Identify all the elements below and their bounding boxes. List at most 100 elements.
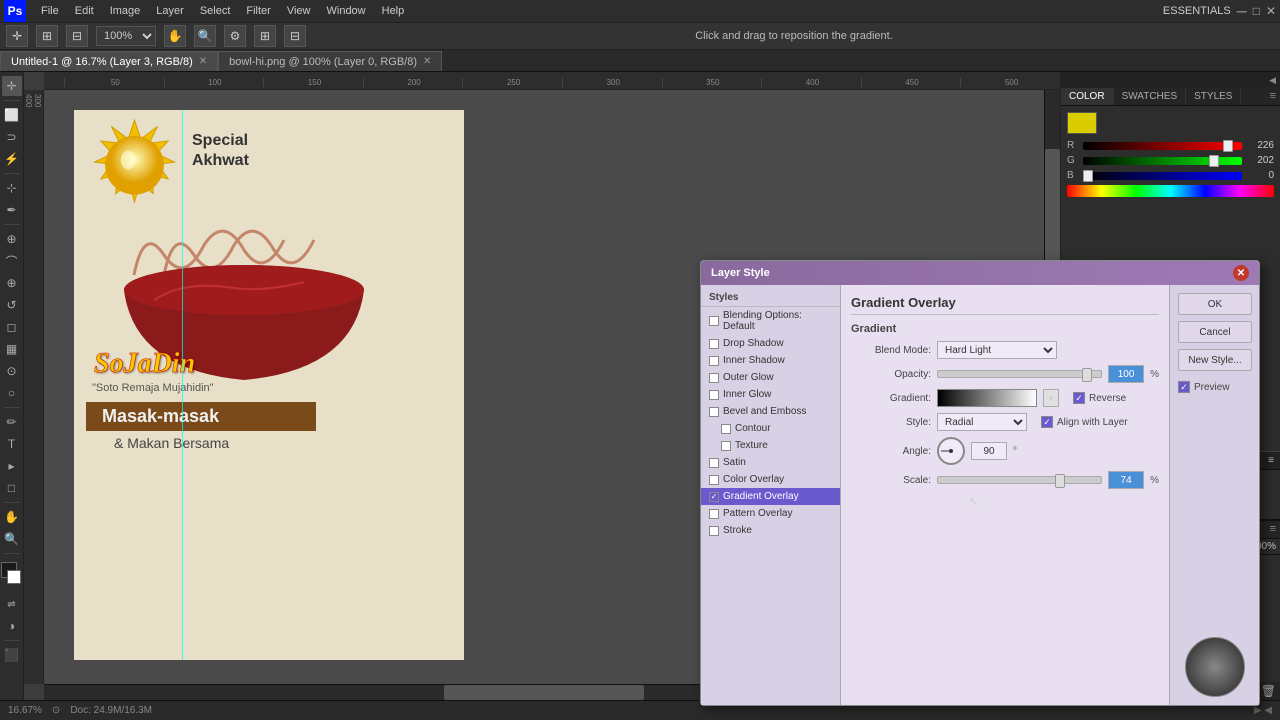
tab-close-untitled[interactable]: ✕ [199,56,207,67]
style-bevel-emboss[interactable]: Bevel and Emboss [701,403,840,420]
view-mode-btn[interactable]: ⊞ [254,25,276,47]
color-panel-menu[interactable]: ≡ [1266,88,1280,105]
lasso-tool[interactable]: ⊃ [2,127,22,147]
zoom-select[interactable]: 100% 16.7% 50% [96,26,156,46]
cb-gradient-overlay[interactable]: ✓ [709,492,719,502]
arrange-btn[interactable]: ⊟ [284,25,306,47]
layers-menu[interactable]: ≡ [1266,521,1280,538]
path-select[interactable]: ▸ [2,456,22,476]
eyedropper-tool[interactable]: ✒ [2,200,22,220]
tab-untitled[interactable]: Untitled-1 @ 16.7% (Layer 3, RGB/8) ✕ [0,51,218,71]
marquee-tool[interactable]: ⬜ [2,105,22,125]
menu-filter[interactable]: Filter [239,3,277,19]
style-contour[interactable]: Contour [701,420,840,437]
maximize-btn[interactable]: □ [1253,4,1260,18]
scale-slider[interactable] [937,476,1102,484]
move-tool-left[interactable]: ✛ [2,76,22,96]
blur-tool[interactable]: ⊙ [2,361,22,381]
cb-color-overlay[interactable] [709,475,719,485]
tab-close-bowl[interactable]: ✕ [423,56,431,67]
shape-tool[interactable]: □ [2,478,22,498]
menu-view[interactable]: View [280,3,318,19]
workspace-label[interactable]: ESSENTIALS [1163,5,1231,17]
menu-select[interactable]: Select [193,3,238,19]
cb-outer-glow[interactable] [709,373,719,383]
stamp-tool[interactable]: ⊕ [2,273,22,293]
tab-styles[interactable]: STYLES [1186,88,1241,105]
style-inner-shadow[interactable]: Inner Shadow [701,352,840,369]
style-stroke[interactable]: Stroke [701,522,840,539]
delete-layer-btn[interactable]: 🗑 [1261,684,1276,698]
blend-mode-select[interactable]: Hard Light [937,341,1057,359]
minimize-btn[interactable]: ─ [1237,3,1247,19]
gradient-tool[interactable]: ▦ [2,339,22,359]
healing-tool[interactable]: ⊕ [2,229,22,249]
dodge-tool[interactable]: ○ [2,383,22,403]
menu-file[interactable]: File [34,3,66,19]
style-inner-glow[interactable]: Inner Glow [701,386,840,403]
g-slider[interactable] [1083,157,1242,165]
history-brush[interactable]: ↺ [2,295,22,315]
screen-mode[interactable]: ⬛ [2,645,22,665]
close-btn[interactable]: ✕ [1266,4,1276,18]
cb-texture[interactable] [721,441,731,451]
style-color-overlay[interactable]: Color Overlay [701,471,840,488]
menu-layer[interactable]: Layer [149,3,191,19]
style-texture[interactable]: Texture [701,437,840,454]
opacity-slider[interactable] [937,370,1102,378]
angle-input[interactable] [971,442,1007,460]
angle-dial[interactable] [937,437,965,465]
pen-tool[interactable]: ✏ [2,412,22,432]
style-gradient-overlay[interactable]: ✓ Gradient Overlay [701,488,840,505]
style-pattern-overlay[interactable]: Pattern Overlay [701,505,840,522]
style-select[interactable]: Radial [937,413,1027,431]
bg-color-swatch[interactable] [7,570,21,584]
cb-drop-shadow[interactable] [709,339,719,349]
color-swatch-main[interactable] [1067,112,1097,134]
tab-swatches[interactable]: SWATCHES [1114,88,1187,105]
tool-option-2[interactable]: ⊟ [66,25,88,47]
cb-stroke[interactable] [709,526,719,536]
hand-tool[interactable]: ✋ [2,507,22,527]
opacity-input[interactable] [1108,365,1144,383]
cb-blending[interactable] [709,316,719,326]
adjustments-menu[interactable]: ≡ [1268,455,1274,466]
type-tool[interactable]: T [2,434,22,454]
color-spectrum[interactable] [1067,185,1274,197]
hand-tool-btn[interactable]: ✋ [164,25,186,47]
align-layer-checkbox[interactable]: ✓ [1041,416,1053,428]
cb-bevel[interactable] [709,407,719,417]
cb-satin[interactable] [709,458,719,468]
gradient-preview[interactable] [937,389,1037,407]
menu-window[interactable]: Window [320,3,373,19]
canvas-document[interactable]: Special Akhwat SoJaDin [74,110,464,660]
r-slider[interactable] [1083,142,1242,150]
b-slider[interactable] [1083,172,1242,180]
preview-checkbox[interactable]: ✓ [1178,381,1190,393]
cb-contour[interactable] [721,424,731,434]
cb-inner-glow[interactable] [709,390,719,400]
tool-option-1[interactable]: ⊞ [36,25,58,47]
switch-colors[interactable]: ⇌ [2,594,22,614]
style-satin[interactable]: Satin [701,454,840,471]
zoom-tool[interactable]: 🔍 [2,529,22,549]
scale-input[interactable] [1108,471,1144,489]
quick-mask[interactable]: ◑ [2,616,22,636]
cancel-button[interactable]: Cancel [1178,321,1252,343]
extra-btn[interactable]: ⚙ [224,25,246,47]
dialog-titlebar[interactable]: Layer Style ✕ [701,261,1259,285]
brush-tool[interactable]: ⌒ [2,251,22,271]
menu-help[interactable]: Help [375,3,412,19]
style-outer-glow[interactable]: Outer Glow [701,369,840,386]
panel-collapse-btn[interactable]: ◀ [1269,75,1276,86]
zoom-tool-btn[interactable]: 🔍 [194,25,216,47]
move-tool[interactable]: ✛ [6,25,28,47]
tab-color[interactable]: COLOR [1061,88,1114,105]
cb-inner-shadow[interactable] [709,356,719,366]
new-style-button[interactable]: New Style... [1178,349,1252,371]
style-drop-shadow[interactable]: Drop Shadow [701,335,840,352]
reverse-checkbox[interactable]: ✓ [1073,392,1085,404]
menu-edit[interactable]: Edit [68,3,101,19]
status-circle[interactable]: ⊙ [52,705,60,716]
gradient-btn[interactable]: ▾ [1043,389,1059,407]
